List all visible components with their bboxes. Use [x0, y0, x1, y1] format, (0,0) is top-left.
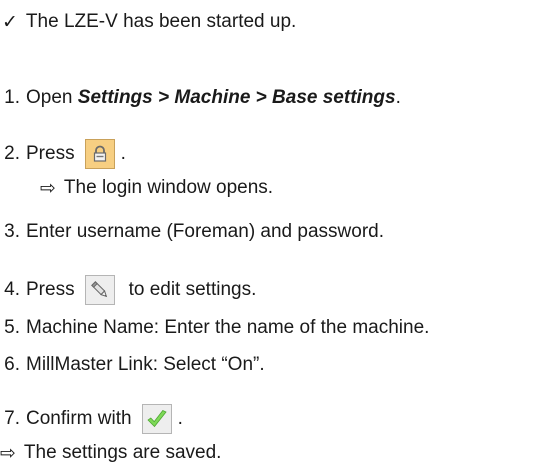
step-1: 1. Open Settings > Machine > Base settin…	[0, 86, 401, 110]
lock-button[interactable]	[84, 139, 115, 169]
step-text-end: .	[120, 143, 126, 164]
step-4: 4. Press to edit settings.	[0, 275, 256, 305]
step-text: Enter username (Foreman) and password.	[26, 221, 384, 242]
menu-path: Settings > Machine > Base settings	[77, 87, 396, 108]
step-text: Press	[26, 279, 75, 300]
checkmark-icon	[146, 410, 167, 428]
prerequisite-text: The LZE-V has been started up.	[25, 11, 297, 32]
step-7: 7. Confirm with .	[0, 404, 183, 434]
checkmark-bullet-icon: ✓	[2, 11, 18, 33]
confirm-button[interactable]	[141, 404, 172, 434]
result-arrow-icon: ⇨	[40, 177, 56, 199]
step-number: 2.	[4, 143, 20, 164]
step-number: 6.	[4, 354, 20, 375]
pencil-icon	[90, 281, 107, 298]
step-3: 3. Enter username (Foreman) and password…	[0, 220, 384, 244]
result-text: The login window opens.	[63, 177, 274, 198]
step-6: 6. MillMaster Link: Select “On”.	[0, 353, 265, 377]
prerequisite: ✓ The LZE-V has been started up.	[2, 10, 296, 34]
step-number: 1.	[4, 87, 20, 108]
step-2: 2. Press .	[0, 139, 126, 169]
step-text-end: to edit settings.	[128, 279, 257, 300]
step-number: 7.	[4, 408, 20, 429]
result-arrow-icon: ⇨	[0, 442, 16, 464]
step-number: 4.	[4, 279, 20, 300]
edit-button[interactable]	[84, 275, 115, 305]
step-text-end: .	[177, 408, 183, 429]
final-result-text: The settings are saved.	[23, 442, 222, 463]
final-result: ⇨ The settings are saved.	[0, 441, 221, 465]
step-text: MillMaster Link: Select “On”.	[26, 354, 265, 375]
step-text: Machine Name: Enter the name of the mach…	[26, 317, 430, 338]
step-number: 5.	[4, 317, 20, 338]
lock-icon	[93, 145, 106, 162]
step-number: 3.	[4, 221, 20, 242]
step-text-end: .	[395, 87, 401, 108]
step-2-result: ⇨ The login window opens.	[40, 176, 273, 200]
step-text: Open	[26, 87, 78, 108]
step-5: 5. Machine Name: Enter the name of the m…	[0, 316, 429, 340]
step-text: Confirm with	[26, 408, 132, 429]
step-text: Press	[26, 143, 75, 164]
